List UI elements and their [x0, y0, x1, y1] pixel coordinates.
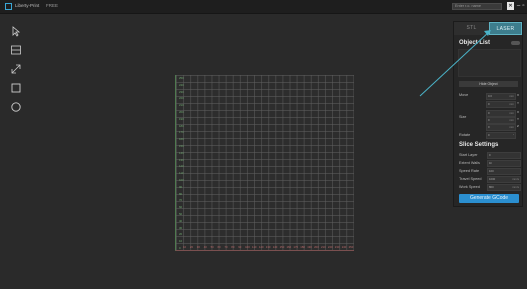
annotation-arrow-icon: [419, 30, 491, 97]
